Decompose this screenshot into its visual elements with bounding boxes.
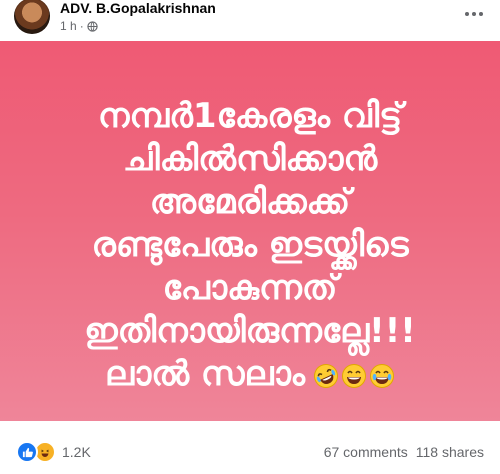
emoji-row (313, 363, 395, 389)
reactions-summary[interactable]: 1.2K (16, 441, 91, 463)
author-avatar[interactable] (14, 0, 50, 34)
globe-icon[interactable] (87, 20, 98, 32)
post-stats: 67 comments 118 shares (324, 444, 484, 460)
image-text-line-last: ലാൽ സലാം (0, 353, 500, 396)
author-name[interactable]: ADV. B.Gopalakrishnan (60, 0, 216, 16)
grinning-emoji (342, 363, 367, 388)
post-footer: 1.2K 67 comments 118 shares (0, 432, 500, 474)
shares-count[interactable]: 118 shares (416, 444, 484, 460)
post-header: ADV. B.Gopalakrishnan 1 h · (0, 0, 500, 40)
reaction-count: 1.2K (62, 444, 91, 460)
rolling-laughing-emoji (314, 363, 339, 388)
image-text-line: ചികിൽസിക്കാൻ (122, 139, 378, 179)
image-text-line: രണ്ടുപേരും ഇടയ്ക്കിടെ (91, 225, 409, 265)
more-options-icon[interactable] (462, 6, 486, 22)
image-text-line: ഇതിനായിരുന്നല്ലേ!!! (84, 311, 416, 351)
image-text-line: നമ്പർ1കേരളം വിട്ട് (97, 96, 403, 136)
image-text-line: ലാൽ സലാം (104, 354, 306, 394)
image-text-line: അമേരിക്കക്ക് (149, 182, 351, 222)
like-icon (16, 441, 38, 463)
comments-count[interactable]: 67 comments (324, 444, 408, 460)
post-time[interactable]: 1 h (60, 19, 77, 33)
tears-of-joy-emoji (370, 363, 395, 388)
image-text-line: പോകുന്നത് (162, 268, 338, 308)
post-meta: 1 h · (60, 19, 98, 33)
post-image[interactable]: നമ്പർ1കേരളം വിട്ട് ചികിൽസിക്കാൻ അമേരിക്ക… (0, 41, 500, 421)
post-image-text: നമ്പർ1കേരളം വിട്ട് ചികിൽസിക്കാൻ അമേരിക്ക… (0, 95, 500, 396)
meta-separator: · (79, 19, 84, 33)
